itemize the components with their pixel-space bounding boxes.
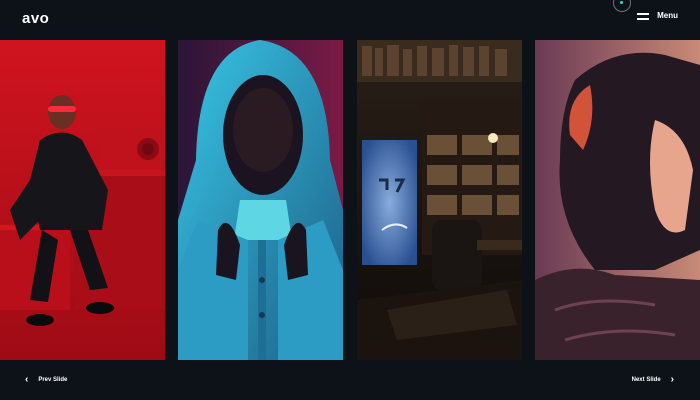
brand-logo[interactable]: avo: [22, 10, 49, 27]
prev-slide-label: Prev Slide: [38, 377, 68, 383]
image-slider[interactable]: [0, 40, 700, 360]
chevron-left-icon: ‹: [25, 374, 29, 385]
next-slide-button[interactable]: Next Slide ›: [632, 375, 674, 385]
slide-3-image: [357, 40, 522, 360]
slide-4-image: [535, 40, 700, 360]
slide-1-image: [0, 40, 165, 360]
menu-button[interactable]: Menu: [637, 11, 678, 20]
slide-2-image: [178, 40, 343, 360]
chevron-right-icon: ›: [670, 374, 674, 385]
next-slide-label: Next Slide: [631, 377, 661, 383]
slider-controls: ‹ Prev Slide Next Slide ›: [0, 360, 700, 400]
hamburger-icon: [637, 12, 650, 20]
slide-2[interactable]: [178, 40, 343, 360]
slide-4[interactable]: [535, 40, 700, 360]
slide-1[interactable]: [0, 40, 165, 360]
menu-label: Menu: [657, 11, 678, 20]
prev-slide-button[interactable]: ‹ Prev Slide: [25, 375, 67, 385]
cursor-dot-icon: [620, 1, 623, 4]
slide-3[interactable]: [357, 40, 522, 360]
top-bar: avo Menu: [0, 0, 700, 40]
